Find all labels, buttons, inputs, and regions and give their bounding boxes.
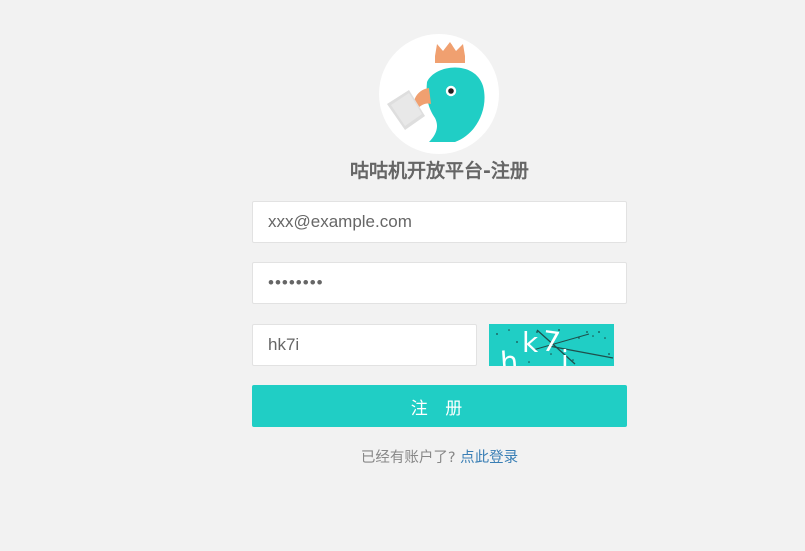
register-page: 咕咕机开放平台-注册 h k 7 i bbox=[0, 0, 805, 551]
login-link[interactable]: 点此登录 bbox=[460, 450, 518, 466]
captcha-input[interactable] bbox=[252, 324, 477, 366]
email-input[interactable] bbox=[252, 201, 627, 243]
parrot-logo-icon bbox=[379, 34, 499, 154]
login-prompt: 已经有账户了? 点此登录 bbox=[252, 448, 627, 468]
register-button[interactable]: 注 册 bbox=[252, 385, 627, 427]
svg-text:k: k bbox=[522, 326, 539, 359]
password-input[interactable] bbox=[252, 262, 627, 304]
captcha-image[interactable]: h k 7 i bbox=[489, 324, 614, 366]
login-prompt-text: 已经有账户了? bbox=[360, 450, 456, 466]
svg-text:h: h bbox=[499, 345, 519, 366]
page-title: 咕咕机开放平台-注册 bbox=[350, 160, 529, 182]
svg-text:i: i bbox=[561, 344, 569, 366]
